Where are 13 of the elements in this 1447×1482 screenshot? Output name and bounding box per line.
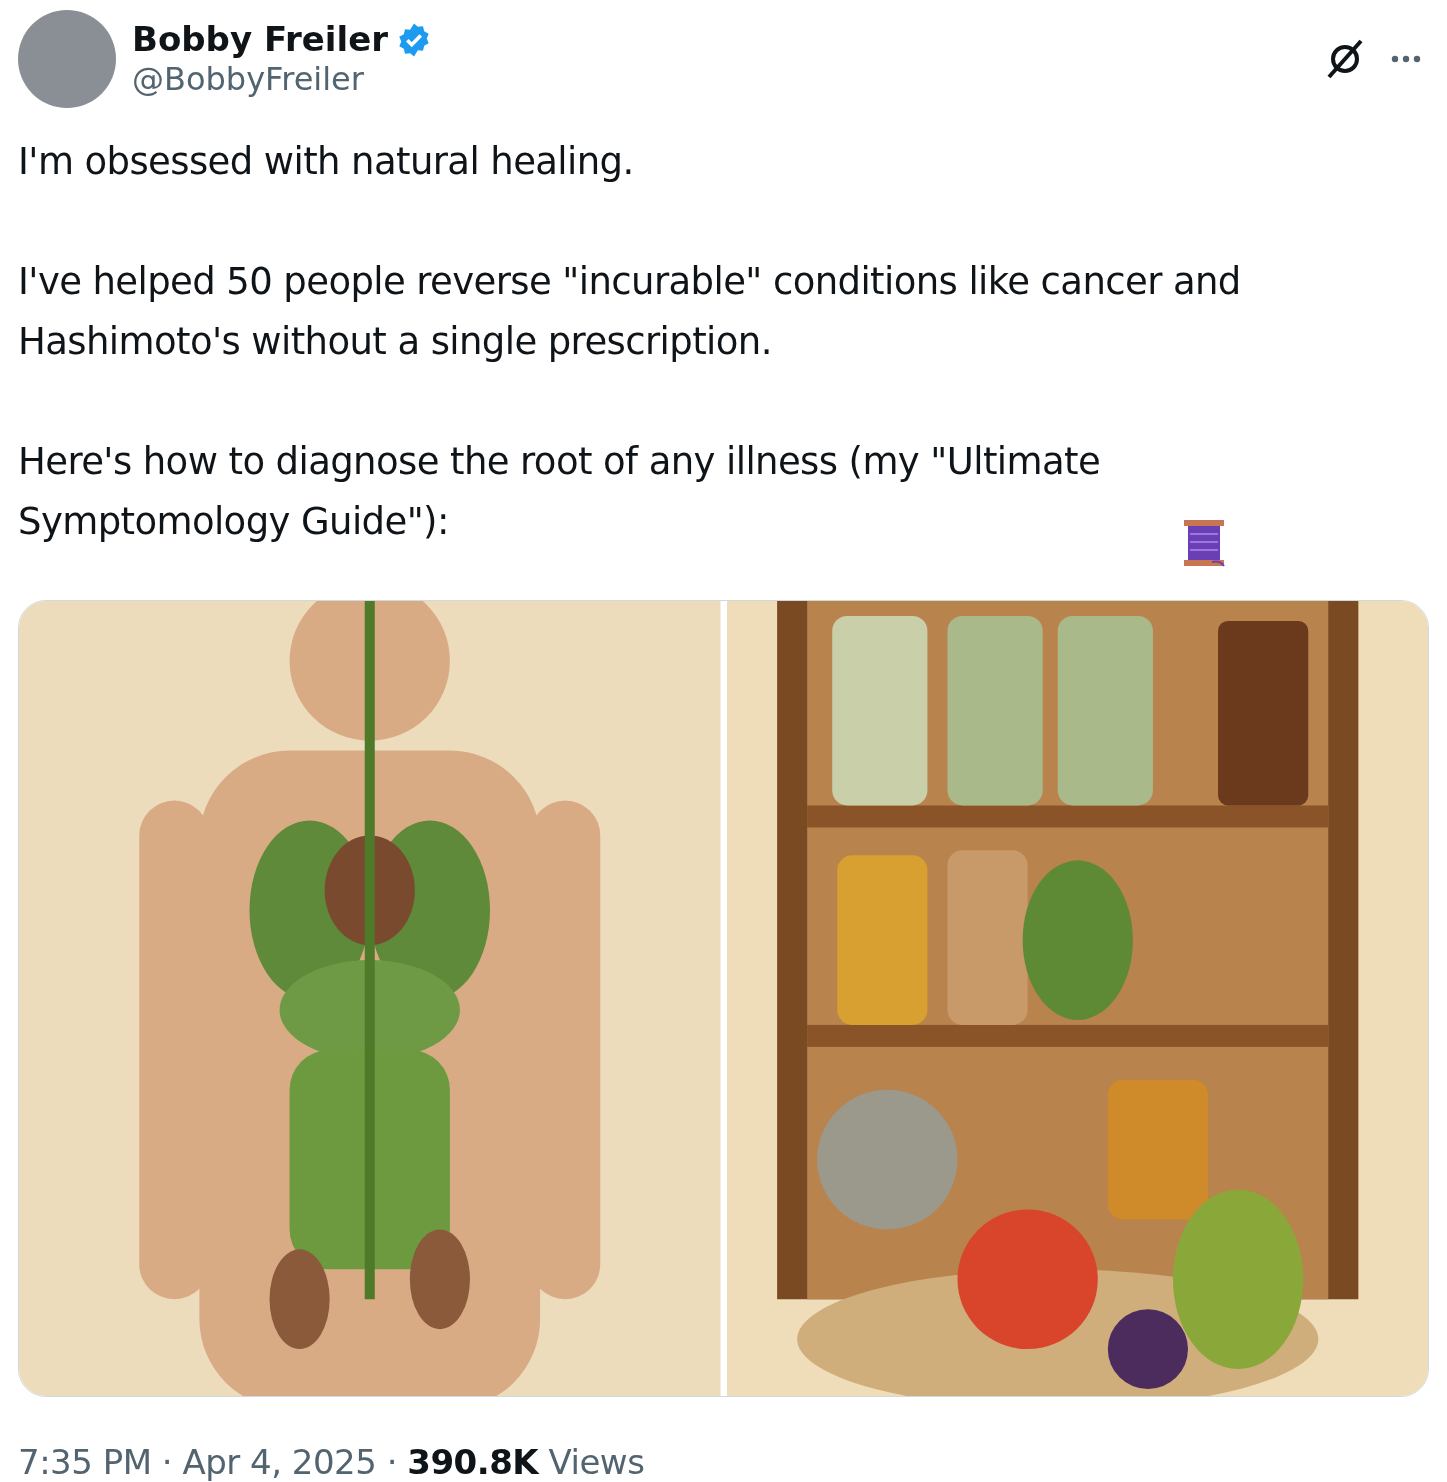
thread-spool-icon	[1182, 518, 1226, 568]
tweet-date[interactable]: Apr 4, 2025	[182, 1442, 377, 1482]
separator-dot: ·	[161, 1442, 173, 1482]
views-count: 390.8K	[407, 1442, 539, 1482]
separator-dot: ·	[386, 1442, 397, 1482]
tweet-text: I've helped 50 people reverse "incurable" conditions like cancer and Hashimoto's without a single prescription.	[18, 260, 1241, 363]
tweet-time[interactable]: 7:35 PM	[18, 1442, 152, 1482]
views-label: Views	[547, 1442, 645, 1482]
author-name[interactable]: Bobby Freiler	[132, 19, 388, 61]
more-icon[interactable]	[1391, 55, 1421, 63]
author-handle[interactable]: @BobbyFreiler	[132, 60, 1323, 99]
tweet-text: I'm obsessed with natural healing.	[18, 140, 634, 183]
tweet-text: Here's how to diagnose the root of any illness (my "Ultimate Symptomology Guide"):	[18, 440, 1101, 543]
